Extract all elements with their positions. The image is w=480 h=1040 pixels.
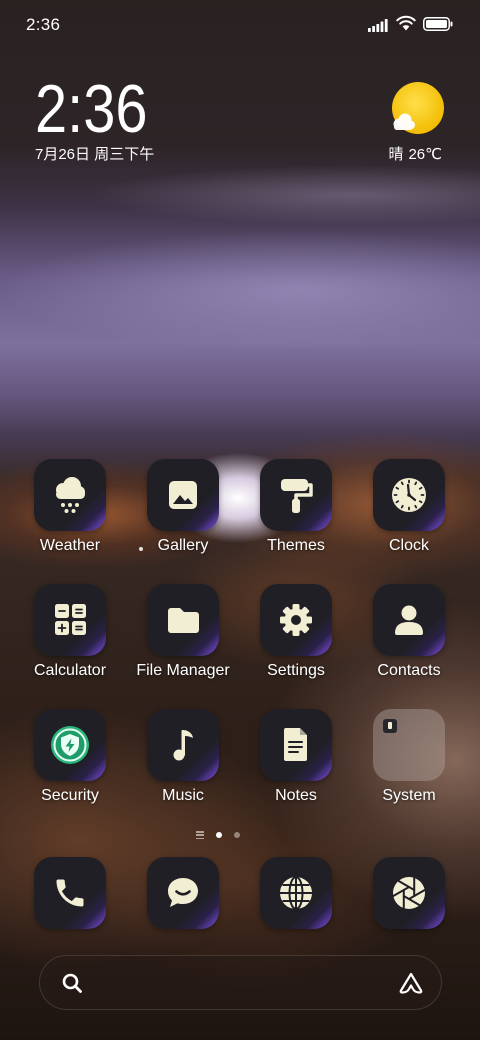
assistant-logo-icon[interactable] [398, 971, 424, 995]
page-dot[interactable] [234, 832, 240, 838]
app-label: Music [162, 787, 204, 804]
app-label: File Manager [136, 662, 230, 679]
music-note-icon [147, 709, 219, 781]
app-music[interactable]: Music [127, 709, 239, 806]
document-icon [260, 709, 332, 781]
weather-summary: 晴 26℃ [388, 146, 442, 164]
app-security[interactable]: Security [14, 709, 126, 806]
app-themes[interactable]: Themes [240, 459, 352, 556]
app-list-icon[interactable] [196, 831, 204, 839]
app-file-manager[interactable]: File Manager [127, 584, 239, 681]
app-label: Weather [39, 537, 101, 554]
person-icon [373, 584, 445, 656]
new-app-indicator-dot [139, 547, 143, 551]
weather-widget[interactable]: 晴 26℃ [380, 78, 450, 168]
app-contacts[interactable]: Contacts [353, 584, 465, 681]
app-label: Contacts [377, 662, 441, 679]
wifi-icon [396, 15, 416, 31]
app-notes[interactable]: Notes [240, 709, 352, 806]
weather-condition: 晴 [388, 146, 404, 163]
dock-camera[interactable] [353, 857, 465, 929]
message-bubble-icon [147, 857, 219, 929]
search-bar[interactable] [39, 955, 442, 1010]
clock-widget-time: 2:36 [35, 71, 148, 147]
folder-mini-app-icon [383, 719, 397, 733]
globe-icon [260, 857, 332, 929]
phone-icon [34, 857, 106, 929]
app-clock[interactable]: Clock [353, 459, 465, 556]
camera-aperture-icon [373, 857, 445, 929]
calculator-icon [34, 584, 106, 656]
app-label: Clock [388, 537, 429, 554]
app-label: Notes [275, 787, 317, 804]
weather-snow-cloud-icon [34, 459, 106, 531]
page-indicator [196, 829, 240, 841]
app-label: Settings [267, 662, 325, 679]
app-folder-system[interactable]: System [353, 709, 465, 806]
status-time: 2:36 [26, 15, 61, 34]
paint-roller-icon [260, 459, 332, 531]
app-settings[interactable]: Settings [240, 584, 352, 681]
dock-browser[interactable] [240, 857, 352, 929]
search-icon[interactable] [60, 971, 84, 995]
weather-temperature: 26℃ [408, 146, 442, 163]
page-dot[interactable] [216, 832, 222, 838]
app-label: Calculator [33, 662, 107, 679]
dock-messages[interactable] [127, 857, 239, 929]
sun-cloud-icon [392, 82, 444, 134]
signal-bars-icon [368, 19, 388, 32]
app-label: Security [41, 787, 99, 804]
app-weather[interactable]: Weather [14, 459, 126, 556]
gear-icon [260, 584, 332, 656]
dock-phone[interactable] [14, 857, 126, 929]
clock-widget[interactable]: 2:36 7月26日 周三下午 [35, 75, 235, 175]
clock-widget-date: 7月26日 周三下午 [35, 146, 155, 163]
battery-icon [423, 17, 453, 31]
app-gallery[interactable]: Gallery [127, 459, 239, 556]
clock-icon [373, 459, 445, 531]
page-dots [216, 832, 240, 838]
app-calculator[interactable]: Calculator [14, 584, 126, 681]
app-folder-icon [373, 709, 445, 781]
gallery-image-icon [147, 459, 219, 531]
app-label: System [382, 787, 436, 804]
shield-bolt-icon [34, 709, 106, 781]
app-label: Gallery [157, 537, 209, 554]
app-label: Themes [267, 537, 325, 554]
folder-icon [147, 584, 219, 656]
